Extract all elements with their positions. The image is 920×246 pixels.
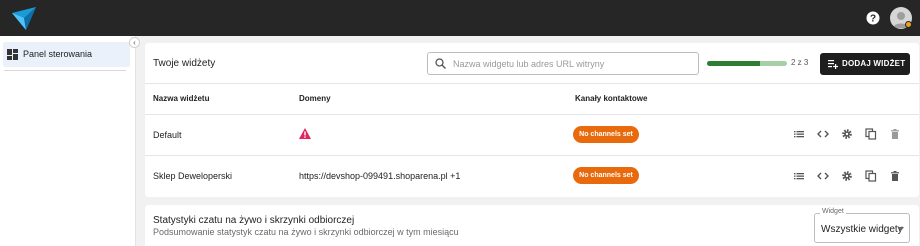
dashboard-icon — [7, 49, 18, 60]
widget-usage-bar — [707, 61, 787, 66]
add-widget-label: DODAJ WIDŻET — [842, 59, 906, 68]
column-header-channels[interactable]: Kanały kontaktowe — [575, 94, 647, 103]
sidebar: Panel sterowania ‹ — [0, 36, 140, 246]
help-icon[interactable]: ? — [866, 11, 880, 25]
add-widget-button[interactable]: DODAJ WIDŻET — [820, 53, 910, 75]
sidebar-item-panel-sterowania[interactable]: Panel sterowania — [3, 42, 130, 67]
widget-domain: https://devshop-099491.shoparena.pl +1 — [299, 171, 461, 181]
widget-select-label: Widget — [820, 208, 846, 215]
column-header-domains[interactable]: Domeny — [299, 94, 331, 103]
code-icon[interactable] — [817, 170, 829, 182]
widget-name[interactable]: Default — [153, 130, 182, 140]
list-icon[interactable] — [793, 128, 805, 140]
settings-icon[interactable] — [841, 128, 853, 140]
copy-icon[interactable] — [865, 128, 877, 140]
widgets-card: Twoje widżety 2 z 3 DODAJ WIDŻET Nazwa w… — [145, 43, 919, 197]
widgets-title: Twoje widżety — [153, 58, 216, 69]
code-icon[interactable] — [817, 128, 829, 140]
status-dot — [905, 21, 912, 28]
row-divider — [145, 155, 919, 156]
widget-usage-fill — [707, 61, 761, 66]
sidebar-collapse-button[interactable]: ‹ — [129, 37, 140, 48]
stats-subtitle: Podsumowanie statystyk czatu na żywo i s… — [153, 227, 459, 237]
list-icon[interactable] — [793, 170, 805, 182]
widget-usage-text: 2 z 3 — [791, 58, 809, 67]
logo-icon[interactable] — [10, 4, 38, 32]
header-divider — [145, 83, 919, 84]
row-divider — [145, 114, 919, 115]
sidebar-divider — [4, 70, 126, 71]
widget-select[interactable]: Widget Wszystkie widgety — [814, 208, 910, 243]
stats-card: Statystyki czatu na żywo i skrzynki odbi… — [145, 205, 919, 246]
channels-badge: No channels set — [573, 167, 639, 184]
search-input[interactable] — [453, 57, 693, 70]
column-header-name[interactable]: Nazwa widżetu — [153, 94, 209, 103]
widget-name[interactable]: Sklep Deweloperski — [153, 171, 232, 181]
search-icon — [435, 58, 446, 69]
delete-icon[interactable] — [889, 170, 901, 182]
sidebar-item-label: Panel sterowania — [23, 49, 93, 59]
delete-icon[interactable] — [889, 128, 901, 140]
top-bar: ? — [0, 0, 920, 36]
chevron-down-icon — [898, 227, 904, 231]
stats-title: Statystyki czatu na żywo i skrzynki odbi… — [153, 215, 355, 226]
search-box — [427, 52, 699, 75]
add-list-icon — [828, 60, 838, 69]
channels-badge: No channels set — [573, 126, 639, 143]
settings-icon[interactable] — [841, 170, 853, 182]
copy-icon[interactable] — [865, 170, 877, 182]
widget-select-value: Wszystkie widgety — [821, 224, 903, 235]
svg-text:?: ? — [870, 14, 876, 25]
warning-icon — [299, 128, 311, 139]
